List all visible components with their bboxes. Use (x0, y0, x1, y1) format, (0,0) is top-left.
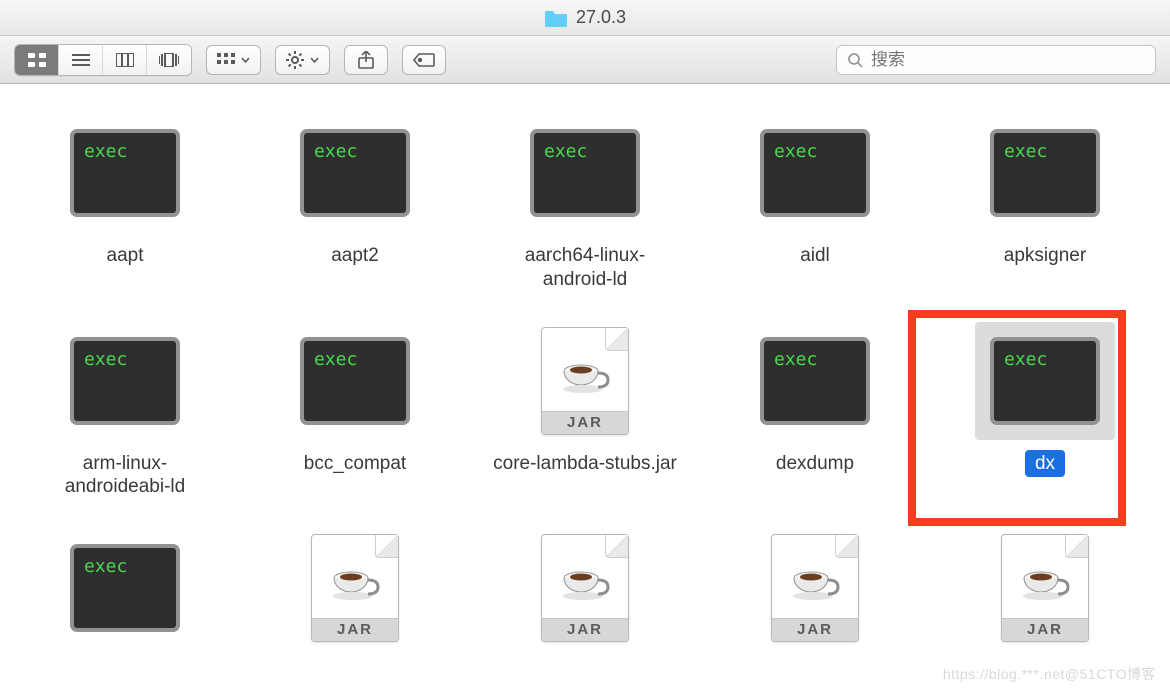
jar-icon: JAR (311, 534, 399, 642)
file-item[interactable]: exec aapt (10, 94, 240, 302)
file-label: aapt (99, 242, 152, 270)
file-grid: exec aapt exec aapt2 exec aarch64-linux-andro… (0, 94, 1170, 669)
chevron-down-icon (310, 57, 319, 63)
file-icon-wrap: exec (285, 322, 425, 440)
chevron-down-icon (241, 57, 250, 63)
file-icon-wrap: exec (515, 114, 655, 232)
exec-icon: exec (760, 129, 870, 217)
file-icon-wrap: exec (975, 114, 1115, 232)
file-icon-wrap: exec (55, 322, 195, 440)
exec-icon: exec (300, 129, 410, 217)
exec-icon: exec (70, 544, 180, 632)
view-gallery-button[interactable] (147, 45, 191, 75)
file-icon-wrap: exec (975, 322, 1115, 440)
file-item[interactable]: JAR core-lambda-stubs.jar (470, 302, 700, 510)
file-label: dx (1025, 450, 1065, 478)
file-label (577, 657, 593, 661)
file-label: aapt2 (323, 242, 387, 270)
file-icon-wrap: JAR (745, 529, 885, 647)
file-label: arm-linux-androideabi-ld (25, 450, 225, 502)
search-field[interactable] (836, 45, 1156, 75)
file-icon-wrap: JAR (515, 322, 655, 440)
jar-icon: JAR (541, 534, 629, 642)
jar-icon: JAR (771, 534, 859, 642)
folder-icon (544, 8, 568, 28)
jar-icon: JAR (1001, 534, 1089, 642)
file-label: aidl (792, 242, 838, 270)
file-label: core-lambda-stubs.jar (485, 450, 685, 478)
file-icon-wrap: JAR (515, 529, 655, 647)
window-titlebar: 27.0.3 (0, 0, 1170, 36)
file-item[interactable]: exec (10, 509, 240, 669)
view-list-button[interactable] (59, 45, 103, 75)
search-icon (847, 52, 863, 68)
file-item[interactable]: exec aapt2 (240, 94, 470, 302)
file-icon-wrap: JAR (285, 529, 425, 647)
file-icon-wrap: JAR (975, 529, 1115, 647)
file-item[interactable]: exec arm-linux-androideabi-ld (10, 302, 240, 510)
file-grid-area: exec aapt exec aapt2 exec aarch64-linux-andro… (0, 84, 1170, 690)
file-item[interactable]: exec bcc_compat (240, 302, 470, 510)
exec-icon: exec (760, 337, 870, 425)
file-icon-wrap: exec (745, 322, 885, 440)
arrange-button[interactable] (206, 45, 261, 75)
file-item[interactable]: JAR (700, 509, 930, 669)
exec-icon: exec (300, 337, 410, 425)
file-icon-wrap: exec (745, 114, 885, 232)
file-label: apksigner (996, 242, 1094, 270)
file-item[interactable]: exec dx (930, 302, 1160, 510)
file-item[interactable]: JAR (240, 509, 470, 669)
view-column-button[interactable] (103, 45, 147, 75)
share-icon (358, 51, 374, 69)
tag-icon (413, 52, 435, 68)
exec-icon: exec (70, 129, 180, 217)
exec-icon: exec (530, 129, 640, 217)
view-mode-group (14, 44, 192, 76)
file-icon-wrap: exec (55, 529, 195, 647)
file-item[interactable]: exec apksigner (930, 94, 1160, 302)
search-input[interactable] (871, 50, 1145, 70)
action-button[interactable] (275, 45, 330, 75)
exec-icon: exec (990, 337, 1100, 425)
share-button[interactable] (344, 45, 388, 75)
gear-icon (286, 51, 304, 69)
file-label (347, 657, 363, 661)
window-title: 27.0.3 (576, 7, 626, 28)
file-label (807, 657, 823, 661)
toolbar (0, 36, 1170, 84)
file-label: dexdump (768, 450, 862, 478)
file-icon-wrap: exec (55, 114, 195, 232)
file-label: aarch64-linux-android-ld (485, 242, 685, 294)
file-item[interactable]: JAR (470, 509, 700, 669)
file-label (117, 657, 133, 661)
exec-icon: exec (990, 129, 1100, 217)
file-item[interactable]: exec aarch64-linux-android-ld (470, 94, 700, 302)
exec-icon: exec (70, 337, 180, 425)
file-item[interactable]: exec dexdump (700, 302, 930, 510)
file-icon-wrap: exec (285, 114, 425, 232)
view-icon-button[interactable] (15, 45, 59, 75)
tags-button[interactable] (402, 45, 446, 75)
file-item[interactable]: exec aidl (700, 94, 930, 302)
jar-icon: JAR (541, 327, 629, 435)
file-label (1037, 657, 1053, 661)
file-label: bcc_compat (296, 450, 414, 478)
watermark-text: https://blog.***.net@51CTO博客 (943, 664, 1156, 684)
file-item[interactable]: JAR (930, 509, 1160, 669)
